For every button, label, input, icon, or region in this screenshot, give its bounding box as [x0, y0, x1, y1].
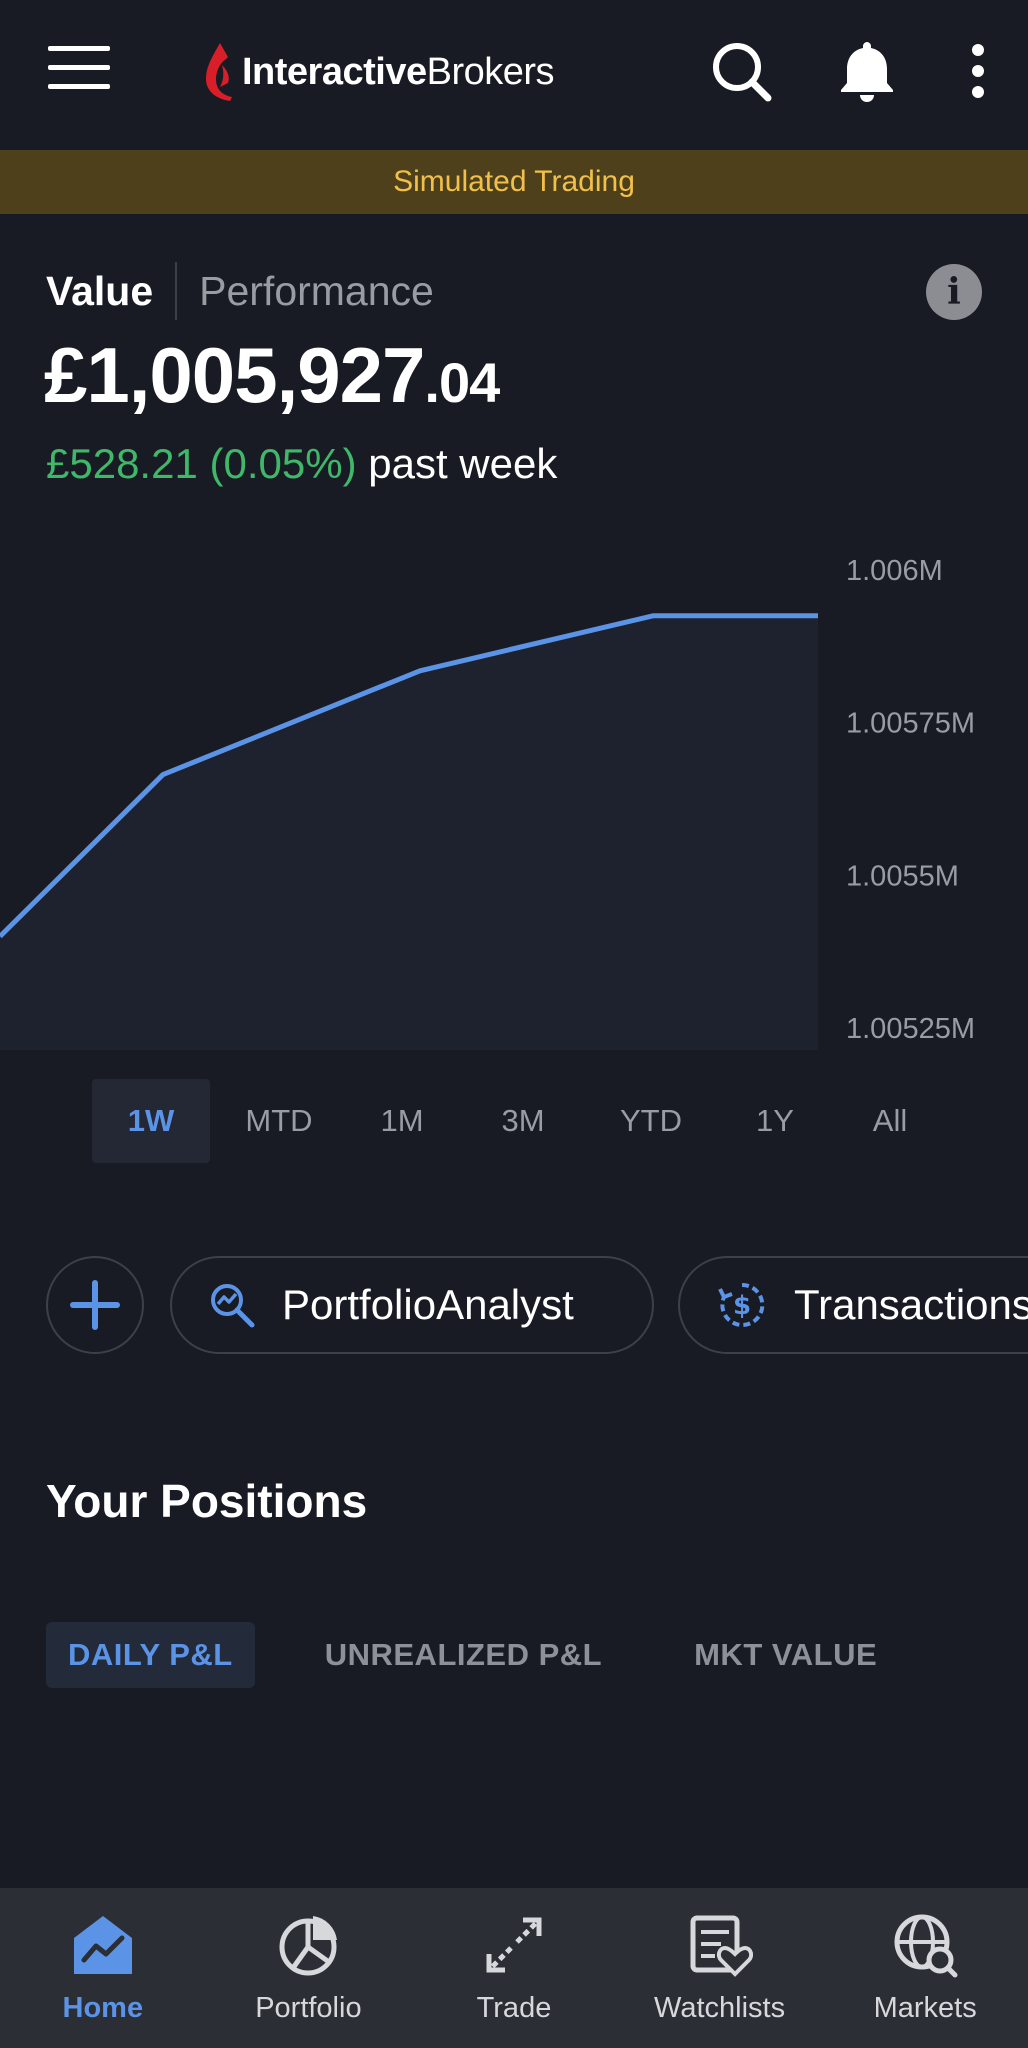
watchlist-heart-icon	[690, 1915, 753, 1977]
more-vertical-icon[interactable]	[956, 36, 1000, 106]
y-tick-label: 1.0055M	[846, 860, 959, 892]
positions-tabs: DAILY P&L UNREALIZED P&L MKT VALUE	[46, 1622, 877, 1688]
plus-icon	[70, 1280, 120, 1330]
range-tab-ytd[interactable]: YTD	[590, 1079, 712, 1163]
range-tab-mtd[interactable]: MTD	[218, 1079, 340, 1163]
nav-home-label: Home	[62, 1992, 144, 2024]
add-action-button[interactable]	[46, 1256, 144, 1354]
tab-value[interactable]: Value	[46, 268, 175, 315]
y-tick-label: 1.00575M	[846, 708, 975, 740]
nav-trade-label: Trade	[476, 1992, 552, 2024]
portfolio-analyst-label: PortfolioAnalyst	[282, 1281, 574, 1328]
change-period-label: past week	[356, 440, 558, 487]
nav-watchlists[interactable]: Watchlists	[617, 1888, 823, 2048]
tab-unrealized-pnl[interactable]: UNREALIZED P&L	[325, 1622, 602, 1688]
chart-area-fill	[0, 615, 818, 1050]
info-icon[interactable]: i	[926, 264, 982, 320]
interactive-brokers-logo: InteractiveBrokers	[202, 42, 555, 102]
range-tab-1w[interactable]: 1W	[92, 1079, 210, 1163]
quick-actions-row: PortfolioAnalyst $ Transactions	[46, 1256, 1028, 1356]
home-chart-icon	[73, 1916, 132, 1974]
pie-chart-icon	[279, 1916, 338, 1976]
nav-portfolio-label: Portfolio	[255, 1992, 362, 2024]
logo-text: InteractiveBrokers	[242, 50, 555, 93]
tab-performance[interactable]: Performance	[177, 268, 434, 315]
change-amount: £528.21 (0.05%)	[46, 440, 357, 487]
range-tab-1y[interactable]: 1Y	[720, 1079, 830, 1163]
transactions-label: Transactions	[794, 1281, 1028, 1328]
svg-text:$: $	[733, 1291, 751, 1321]
value-performance-toggle: Value Performance	[46, 262, 434, 320]
globe-search-icon	[894, 1914, 958, 1978]
portfolio-analyst-button[interactable]: PortfolioAnalyst	[170, 1256, 654, 1354]
app-header: InteractiveBrokers	[0, 0, 1028, 150]
chart-svg: 1.006M 1.00575M 1.0055M 1.00525M	[0, 555, 975, 1050]
range-tab-3m[interactable]: 3M	[464, 1079, 582, 1163]
bottom-navigation: Home Portfolio Trade Watchlists Markets	[0, 1888, 1028, 2048]
bell-icon[interactable]	[832, 36, 902, 106]
y-tick-label: 1.006M	[846, 555, 943, 587]
tab-daily-pnl[interactable]: DAILY P&L	[46, 1622, 255, 1688]
y-tick-label: 1.00525M	[846, 1013, 975, 1045]
analytics-search-icon	[211, 1284, 255, 1328]
nav-watchlists-label: Watchlists	[654, 1992, 786, 2024]
portfolio-value-chart[interactable]: 1.006M 1.00575M 1.0055M 1.00525M	[0, 540, 1028, 1050]
transaction-history-icon: $	[718, 1282, 765, 1327]
range-tabs: 1W MTD 1M 3M YTD 1Y All	[92, 1079, 950, 1163]
search-icon[interactable]	[706, 36, 776, 106]
account-balance: £1,005,927.04	[44, 330, 500, 421]
nav-portfolio[interactable]: Portfolio	[206, 1888, 412, 2048]
tab-mkt-value[interactable]: MKT VALUE	[694, 1622, 877, 1688]
trade-arrows-icon	[486, 1917, 542, 1973]
nav-markets[interactable]: Markets	[822, 1888, 1028, 2048]
simulated-trading-banner: Simulated Trading	[0, 150, 1028, 214]
weekly-change: £528.21 (0.05%) past week	[46, 440, 557, 488]
balance-cents: .04	[424, 351, 500, 414]
transactions-button[interactable]: $ Transactions	[678, 1256, 1028, 1354]
balance-main: £1,005,927	[44, 331, 425, 419]
logo-mark-icon	[206, 43, 232, 101]
range-tab-1m[interactable]: 1M	[348, 1079, 456, 1163]
range-tab-all[interactable]: All	[838, 1079, 942, 1163]
nav-home[interactable]: Home	[0, 1888, 206, 2048]
hamburger-menu-icon[interactable]	[48, 46, 110, 96]
nav-trade[interactable]: Trade	[411, 1888, 617, 2048]
nav-markets-label: Markets	[873, 1992, 977, 2024]
positions-title: Your Positions	[46, 1475, 368, 1527]
